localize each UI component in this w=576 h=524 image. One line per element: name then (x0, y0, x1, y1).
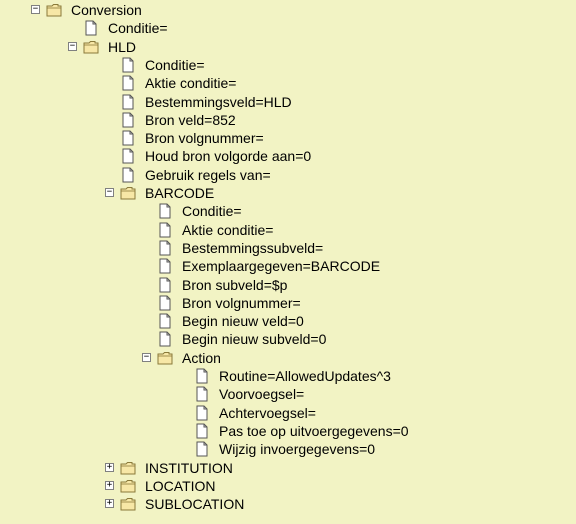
folder-icon (83, 39, 99, 55)
tree-leaf-bestemmingsveld-hld[interactable]: Bestemmingsveld=HLD (0, 93, 576, 111)
document-icon (194, 441, 210, 457)
document-icon (120, 130, 136, 146)
tree-node-label: BARCODE (145, 185, 215, 201)
document-icon (194, 405, 210, 421)
tree-node-label: Conditie= (182, 203, 242, 220)
tree-leaf-begin-nieuw-subveld-0[interactable]: Begin nieuw subveld=0 (0, 330, 576, 348)
document-icon (194, 423, 210, 439)
folder-icon (120, 185, 136, 201)
tree-folder-hld[interactable]: − HLD (0, 38, 576, 56)
tree-node-label: Wijzig invoergegevens=0 (219, 441, 376, 458)
document-icon (83, 20, 99, 36)
tree-node-label: HLD (108, 38, 137, 55)
document-icon (157, 313, 173, 329)
tree-node-label: INSTITUTION (145, 459, 233, 476)
document-icon (157, 295, 173, 311)
tree-node-label: Action (182, 349, 221, 366)
tree-node-label: Bron volgnummer= (182, 294, 301, 311)
tree-node-label: Begin nieuw subveld=0 (182, 331, 327, 348)
document-icon (194, 368, 210, 384)
tree-node-label: Aktie conditie= (145, 75, 237, 92)
tree-leaf-bron-volgnummer[interactable]: Bron volgnummer= (0, 294, 576, 312)
tree-leaf-voorvoegsel[interactable]: Voorvoegsel= (0, 385, 576, 403)
tree-folder-institution[interactable]: + INSTITUTION (0, 459, 576, 477)
document-icon (120, 94, 136, 110)
document-icon (120, 75, 136, 91)
tree-node-label: Bron volgnummer= (145, 130, 264, 147)
tree-leaf-wijzig-invoergegevens-0[interactable]: Wijzig invoergegevens=0 (0, 440, 576, 458)
tree-node-label: LOCATION (145, 477, 216, 494)
document-icon (157, 277, 173, 293)
tree-leaf-bron-volgnummer[interactable]: Bron volgnummer= (0, 129, 576, 147)
tree-leaf-bron-veld-852[interactable]: Bron veld=852 (0, 111, 576, 129)
collapse-toggle-icon[interactable]: − (31, 5, 40, 14)
tree-node-label: Bron veld=852 (145, 111, 236, 128)
tree-node-label: Bron subveld=$p (182, 276, 288, 293)
tree-leaf-conditie[interactable]: Conditie= (0, 56, 576, 74)
folder-icon (120, 496, 136, 512)
tree-node-label: Conversion (71, 2, 142, 18)
tree-leaf-aktie-conditie[interactable]: Aktie conditie= (0, 221, 576, 239)
tree-folder-barcode[interactable]: − BARCODE (0, 184, 576, 202)
document-icon (120, 112, 136, 128)
tree-node-label: Houd bron volgorde aan=0 (145, 148, 312, 165)
document-icon (157, 203, 173, 219)
tree-leaf-conditie[interactable]: Conditie= (0, 19, 576, 37)
tree-node-label: Pas toe op uitvoergegevens=0 (219, 422, 409, 439)
tree-node-label: SUBLOCATION (145, 496, 245, 513)
document-icon (157, 331, 173, 347)
document-icon (120, 167, 136, 183)
tree-leaf-pas-toe-op-uitvoergegevens-0[interactable]: Pas toe op uitvoergegevens=0 (0, 422, 576, 440)
tree-folder-conversion[interactable]: − Conversion (0, 1, 576, 19)
tree-leaf-aktie-conditie[interactable]: Aktie conditie= (0, 74, 576, 92)
collapse-toggle-icon[interactable]: − (68, 41, 77, 51)
document-icon (120, 57, 136, 73)
tree-leaf-conditie[interactable]: Conditie= (0, 202, 576, 220)
expand-toggle-icon[interactable]: + (105, 462, 114, 472)
tree-node-label: Achtervoegsel= (219, 404, 316, 421)
folder-icon (46, 2, 62, 18)
tree-view: − Conversion Conditie= − HLD Conditie= Aktie c… (0, 0, 576, 524)
collapse-toggle-icon[interactable]: − (105, 188, 114, 197)
expand-toggle-icon[interactable]: + (105, 480, 114, 490)
tree-node-label: Bestemmingssubveld= (182, 239, 324, 256)
document-icon (157, 258, 173, 274)
tree-leaf-houd-bron-volgorde-aan-0[interactable]: Houd bron volgorde aan=0 (0, 147, 576, 165)
expand-toggle-icon[interactable]: + (105, 499, 114, 509)
document-icon (157, 240, 173, 256)
tree-leaf-gebruik-regels-van[interactable]: Gebruik regels van= (0, 166, 576, 184)
document-icon (194, 386, 210, 402)
tree-node-label: Routine=AllowedUpdates^3 (219, 368, 391, 384)
document-icon (157, 222, 173, 238)
collapse-toggle-icon[interactable]: − (142, 352, 151, 362)
tree-node-label: Conditie= (108, 20, 168, 37)
tree-node-label: Exemplaargegeven=BARCODE (182, 258, 381, 275)
tree-leaf-bron-subveld-p[interactable]: Bron subveld=$p (0, 276, 576, 294)
tree-leaf-bestemmingssubveld[interactable]: Bestemmingssubveld= (0, 239, 576, 257)
tree-leaf-achtervoegsel[interactable]: Achtervoegsel= (0, 404, 576, 422)
tree-node-label: Gebruik regels van= (145, 166, 271, 183)
tree-node-label: Voorvoegsel= (219, 386, 305, 403)
document-icon (120, 148, 136, 164)
tree-node-label: Aktie conditie= (182, 221, 274, 238)
tree-leaf-routine-allowedupdates-3[interactable]: Routine=AllowedUpdates^3 (0, 367, 576, 385)
tree-folder-action[interactable]: − Action (0, 349, 576, 367)
folder-icon (120, 478, 136, 494)
tree-node-label: Bestemmingsveld=HLD (145, 93, 292, 110)
tree-folder-location[interactable]: + LOCATION (0, 477, 576, 495)
tree-node-label: Conditie= (145, 56, 205, 73)
folder-icon (120, 460, 136, 476)
tree-leaf-begin-nieuw-veld-0[interactable]: Begin nieuw veld=0 (0, 312, 576, 330)
tree-folder-sublocation[interactable]: + SUBLOCATION (0, 495, 576, 513)
tree-leaf-exemplaargegeven-barcode[interactable]: Exemplaargegeven=BARCODE (0, 257, 576, 275)
folder-icon (157, 350, 173, 366)
tree-node-label: Begin nieuw veld=0 (182, 313, 304, 330)
